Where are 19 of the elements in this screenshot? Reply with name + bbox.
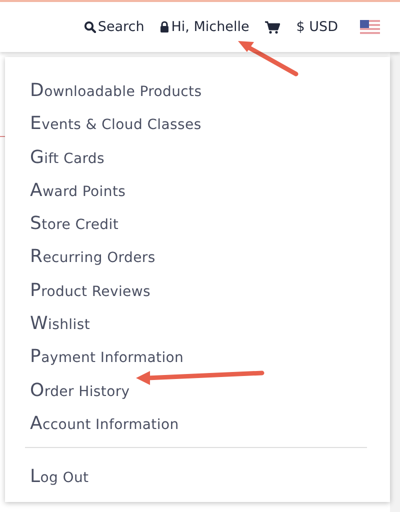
menu-item[interactable]: Award Points — [30, 174, 126, 208]
lock-icon — [160, 21, 170, 33]
menu-item[interactable]: Downloadable Products — [30, 74, 202, 108]
cart-icon[interactable] — [265, 20, 280, 34]
menu-item[interactable]: Recurring Orders — [30, 240, 156, 274]
menu-item[interactable]: Gift Cards — [30, 140, 105, 174]
menu-item[interactable]: Order History — [30, 374, 130, 407]
menu-item[interactable]: Payment Information — [30, 340, 184, 374]
account-link[interactable]: Hi, Michelle — [160, 19, 250, 35]
menu-item[interactable]: Events & Cloud Classes — [30, 107, 202, 141]
search-link[interactable]: Search — [84, 19, 144, 35]
currency-selector[interactable]: $ USD — [296, 19, 338, 35]
search-icon — [84, 21, 96, 33]
menu-item[interactable]: Product Reviews — [30, 274, 151, 308]
logout-link[interactable]: Log Out — [30, 460, 89, 494]
menu-item[interactable]: Store Credit — [30, 207, 119, 240]
menu-item[interactable]: Wishlist — [30, 307, 90, 340]
menu-item[interactable]: Account Information — [30, 406, 179, 440]
flag-icon[interactable] — [360, 20, 380, 34]
